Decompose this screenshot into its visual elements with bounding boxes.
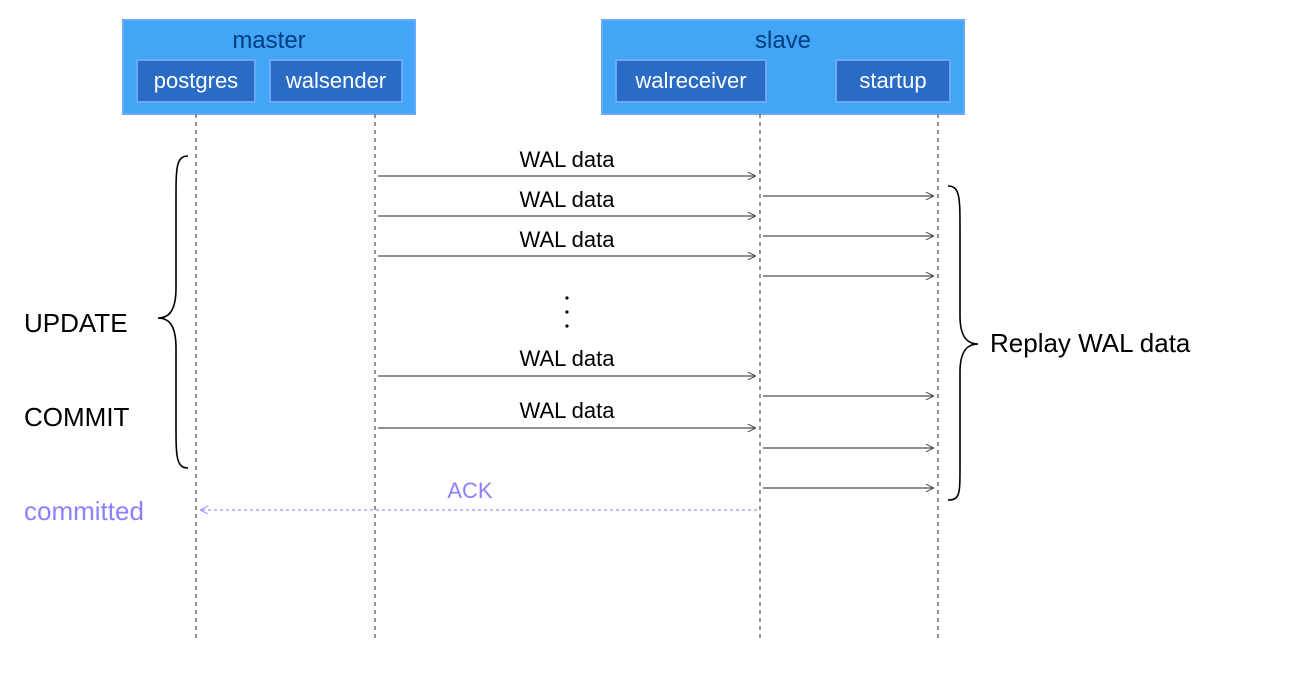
update-label: UPDATE (24, 308, 128, 338)
ellipsis-icon (565, 296, 568, 327)
brace-left-icon (158, 156, 188, 468)
ack-row: ACK (201, 478, 757, 510)
walsender-process: walsender (270, 60, 402, 102)
wal-label: WAL data (520, 398, 616, 423)
startup-label: startup (859, 68, 926, 93)
postgres-process: postgres (137, 60, 255, 102)
wal-label: WAL data (520, 147, 616, 172)
wal-row-3: WAL data (378, 227, 933, 256)
wal-row-1: WAL data (378, 147, 755, 176)
committed-label: committed (24, 496, 144, 526)
wal-row-4: WAL data (378, 346, 933, 396)
replay-label: Replay WAL data (990, 328, 1191, 358)
walreceiver-process: walreceiver (616, 60, 766, 102)
wal-row-5: WAL data (378, 398, 933, 448)
startup-process: startup (836, 60, 950, 102)
slave-box: slave walreceiver startup (602, 20, 964, 114)
master-box: master postgres walsender (123, 20, 415, 114)
brace-right-icon (948, 186, 978, 500)
wal-label: WAL data (520, 346, 616, 371)
slave-title: slave (755, 27, 811, 54)
walsender-label: walsender (285, 68, 386, 93)
postgres-label: postgres (154, 68, 238, 93)
wal-label: WAL data (520, 227, 616, 252)
commit-label: COMMIT (24, 402, 130, 432)
master-title: master (232, 27, 305, 54)
walreceiver-label: walreceiver (634, 68, 746, 93)
ack-label: ACK (447, 478, 493, 503)
wal-row-2: WAL data (378, 187, 933, 216)
sequence-diagram: master postgres walsender slave walrecei… (0, 0, 1310, 682)
wal-label: WAL data (520, 187, 616, 212)
